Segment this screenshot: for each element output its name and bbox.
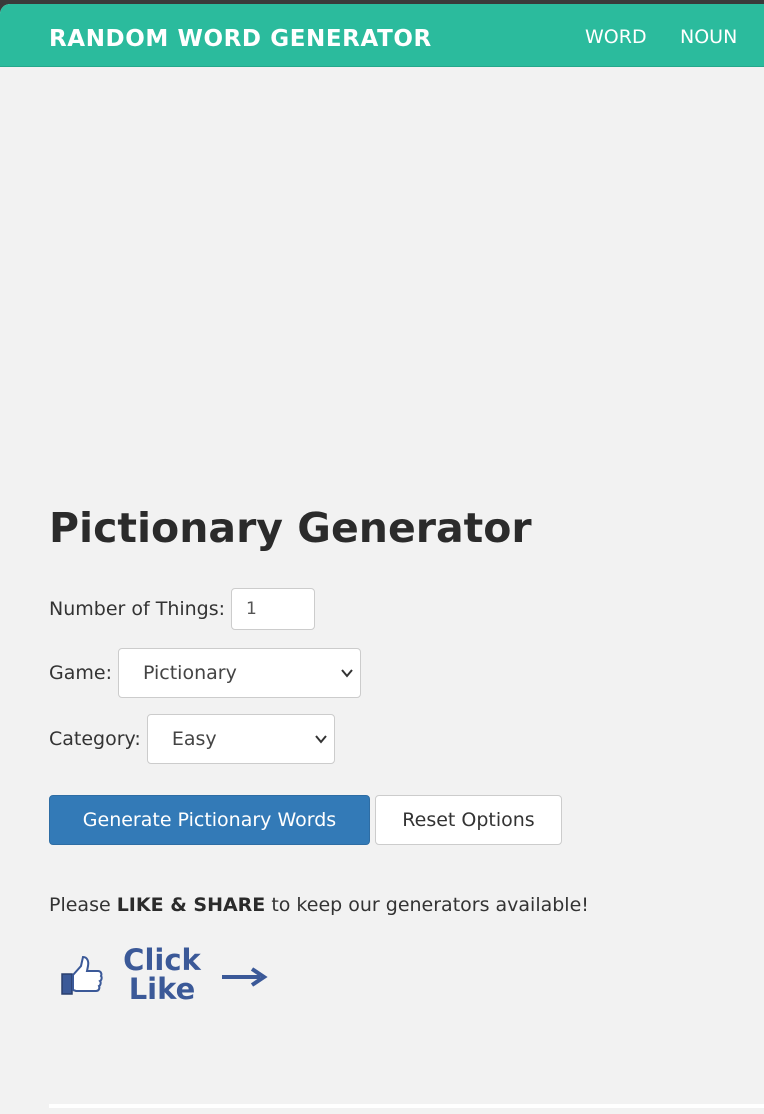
category-selected-value: Easy: [171, 728, 217, 750]
category-select[interactable]: Easy: [146, 714, 335, 764]
game-row: Game: Pictionary: [49, 648, 361, 698]
count-row: Number of Things:: [49, 586, 316, 632]
share-message: Please LIKE & SHARE to keep our generato…: [49, 894, 589, 916]
game-selected-value: Pictionary: [142, 662, 237, 684]
game-label: Game:: [49, 662, 112, 684]
arrow-right-icon: [222, 967, 268, 987]
share-prefix: Please: [49, 894, 117, 916]
game-select[interactable]: Pictionary: [117, 648, 361, 698]
reset-options-button[interactable]: Reset Options: [375, 795, 562, 845]
click-like-line1: Click: [123, 943, 201, 977]
category-label: Category:: [49, 728, 141, 750]
category-row: Category: Easy: [49, 714, 335, 764]
nav-item-noun[interactable]: NOUN: [680, 26, 737, 48]
page-frame: RANDOM WORD GENERATOR WORD NOUN Pictiona…: [0, 4, 764, 1114]
thumbs-up-icon: [61, 955, 103, 995]
chevron-down-icon: [315, 735, 327, 744]
click-like-text: Click Like: [114, 946, 210, 1004]
share-emphasis: LIKE & SHARE: [116, 894, 266, 916]
site-brand[interactable]: RANDOM WORD GENERATOR: [49, 26, 432, 52]
click-like-widget[interactable]: Click Like: [60, 946, 270, 1010]
count-label: Number of Things:: [49, 598, 226, 620]
generate-button[interactable]: Generate Pictionary Words: [49, 795, 370, 845]
content-divider: [49, 1104, 764, 1108]
count-input[interactable]: [231, 588, 316, 630]
page-title: Pictionary Generator: [49, 504, 532, 552]
chevron-down-icon: [341, 669, 353, 678]
click-like-line2: Like: [128, 972, 196, 1006]
nav-item-word[interactable]: WORD: [585, 26, 647, 48]
share-suffix: to keep our generators available!: [265, 894, 589, 916]
top-navbar: RANDOM WORD GENERATOR WORD NOUN: [0, 4, 764, 67]
